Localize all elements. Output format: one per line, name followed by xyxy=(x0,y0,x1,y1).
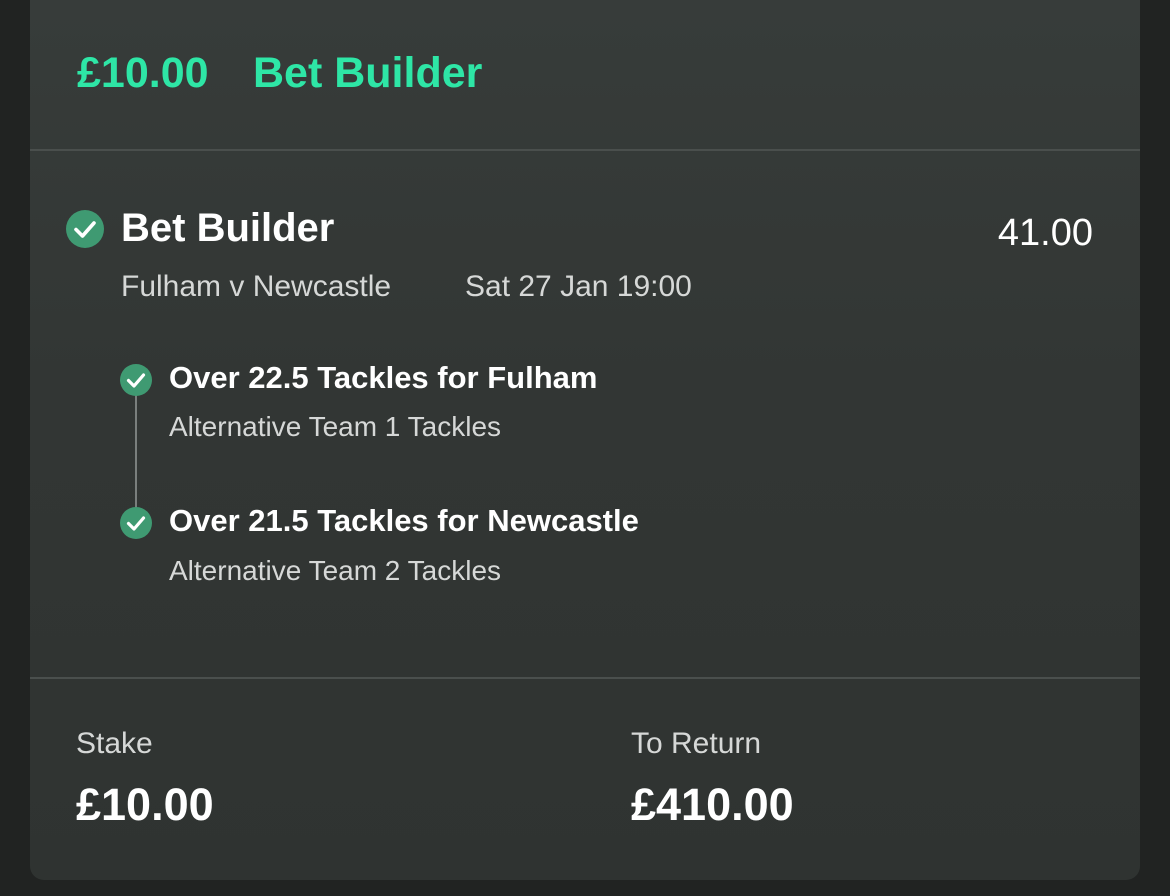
header-stake-amount: £10.00 xyxy=(77,49,209,97)
leg-market: Alternative Team 1 Tackles xyxy=(169,411,502,442)
match-name: Fulham v Newcastle xyxy=(121,270,392,303)
check-circle-icon xyxy=(66,210,104,248)
stake-label: Stake xyxy=(76,727,153,760)
stake-value: £10.00 xyxy=(76,779,214,830)
to-return-label: To Return xyxy=(631,727,762,760)
header-bet-type: Bet Builder xyxy=(253,49,483,97)
selection-odds: 41.00 xyxy=(997,212,1093,254)
footer-divider xyxy=(30,677,1140,679)
match-datetime: Sat 27 Jan 19:00 xyxy=(465,270,692,303)
check-circle-icon xyxy=(120,507,152,539)
legs-connector-line xyxy=(135,382,137,520)
check-circle-icon xyxy=(120,364,152,396)
header-divider xyxy=(30,149,1140,151)
to-return-value: £410.00 xyxy=(631,779,794,830)
leg-title: Over 21.5 Tackles for Newcastle xyxy=(169,503,639,538)
leg-title: Over 22.5 Tackles for Fulham xyxy=(169,360,598,395)
leg-market: Alternative Team 2 Tackles xyxy=(169,555,502,586)
selection-title: Bet Builder xyxy=(121,206,335,250)
bet-header[interactable]: £10.00 Bet Builder xyxy=(30,0,1140,150)
bet-card: £10.00 Bet Builder Bet Builder 41.00 Ful… xyxy=(30,0,1140,880)
